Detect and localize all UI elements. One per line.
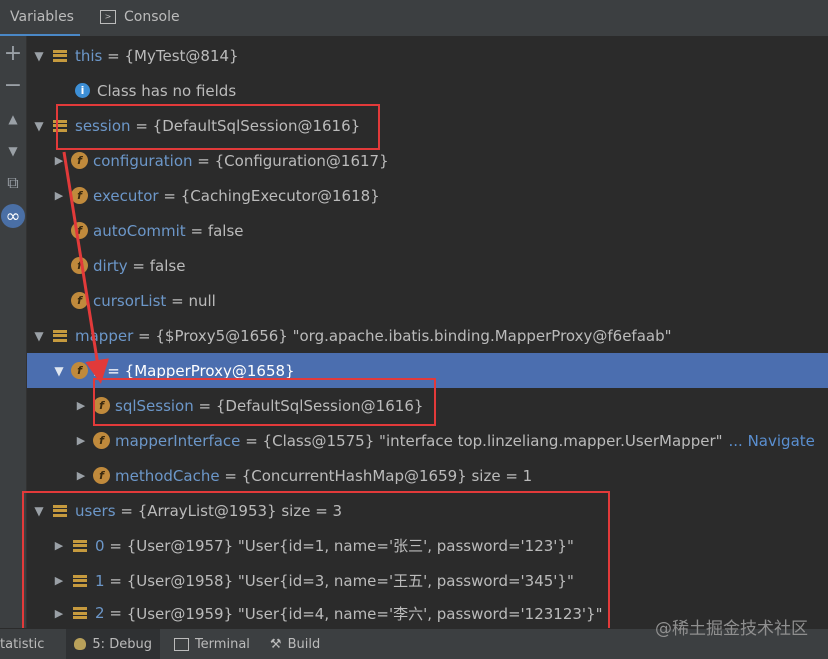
tab-debug[interactable]: 5: Debug [66,629,160,659]
bug-icon [74,638,87,650]
terminal-icon [173,637,189,651]
tab-terminal[interactable]: Terminal [166,629,258,659]
tab-build[interactable]: ⚒ Build [262,629,328,659]
tab-statistic[interactable]: tatistic [0,629,52,659]
tab-terminal-label: Terminal [194,636,250,652]
tab-statistic-label: tatistic [0,636,45,652]
watermark-text: @稀土掘金技术社区 [655,619,808,639]
annotation-arrow [62,151,109,384]
hammer-icon: ⚒ [269,636,282,652]
tab-debug-label: 5: Debug [92,636,152,652]
arrow-line [62,151,109,384]
tab-build-label: Build [287,636,321,652]
